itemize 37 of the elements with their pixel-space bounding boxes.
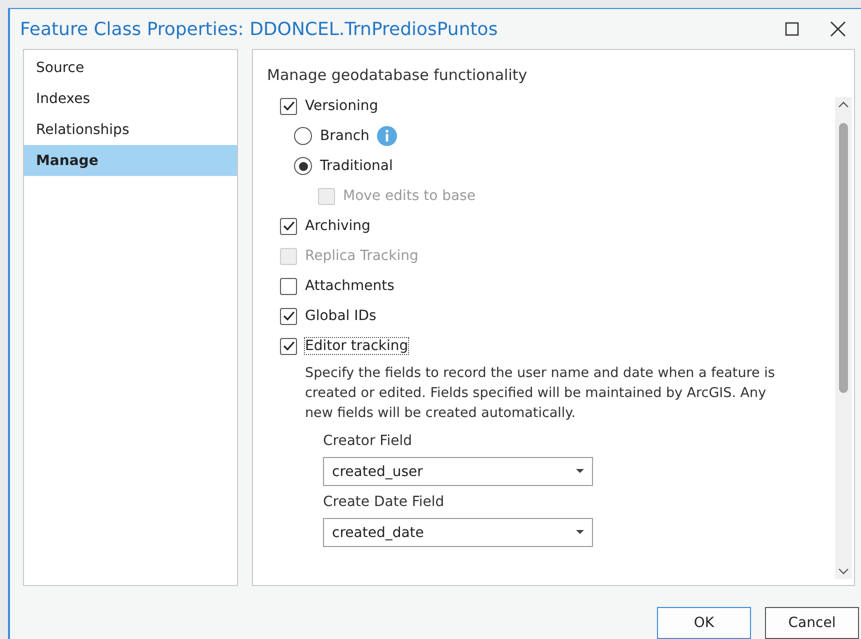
radio-button[interactable]	[294, 127, 312, 145]
option-label: Archiving	[305, 218, 370, 234]
checkbox[interactable]	[280, 278, 297, 294]
dialog-button[interactable]: OK	[657, 607, 751, 639]
dropdown[interactable]: created_user	[323, 457, 593, 486]
close-icon	[830, 21, 846, 37]
checkbox[interactable]	[280, 338, 297, 354]
dialog-button[interactable]: Cancel	[765, 607, 859, 639]
caret-icon	[576, 530, 584, 535]
option-label: Attachments	[305, 278, 394, 294]
scroll-up-icon[interactable]	[838, 101, 849, 108]
sidebar-item[interactable]: Source	[24, 52, 237, 83]
field-label: Creator Field	[323, 433, 413, 449]
option-label: Editor tracking	[305, 338, 408, 354]
option-label: Branch	[320, 128, 370, 144]
maximize-icon	[785, 22, 799, 36]
scrollbar[interactable]	[835, 97, 852, 579]
option-label: Replica Tracking	[305, 248, 418, 264]
sidebar-item[interactable]: Relationships	[24, 114, 237, 145]
radio-button[interactable]	[294, 157, 312, 175]
option-label: Versioning	[305, 98, 378, 114]
dropdown[interactable]: created_date	[323, 518, 593, 547]
info-icon[interactable]	[377, 126, 398, 146]
option-label: Move edits to base	[343, 188, 476, 204]
sidebar-item[interactable]: Manage	[24, 145, 237, 176]
window-title: Feature Class Properties: DDONCEL.TrnPrediosPuntos	[20, 18, 499, 40]
option-label: Global IDs	[305, 308, 376, 324]
sidebar-item[interactable]: Indexes	[24, 83, 237, 114]
scroll-down-icon[interactable]	[838, 568, 849, 575]
option-label: Traditional	[320, 158, 393, 174]
caret-icon	[576, 469, 584, 474]
checkbox[interactable]	[280, 218, 297, 234]
checkbox[interactable]	[280, 98, 297, 114]
field-label: Create Date Field	[323, 494, 446, 510]
checkbox[interactable]	[280, 308, 297, 324]
description-text: Specify the fields to record the user name and date when a feature is created or edited. Fields specified will be maintained by ArcGIS. Any new fields will be created automatically.	[305, 364, 776, 423]
section-heading: Manage geodatabase functionality	[267, 66, 528, 84]
